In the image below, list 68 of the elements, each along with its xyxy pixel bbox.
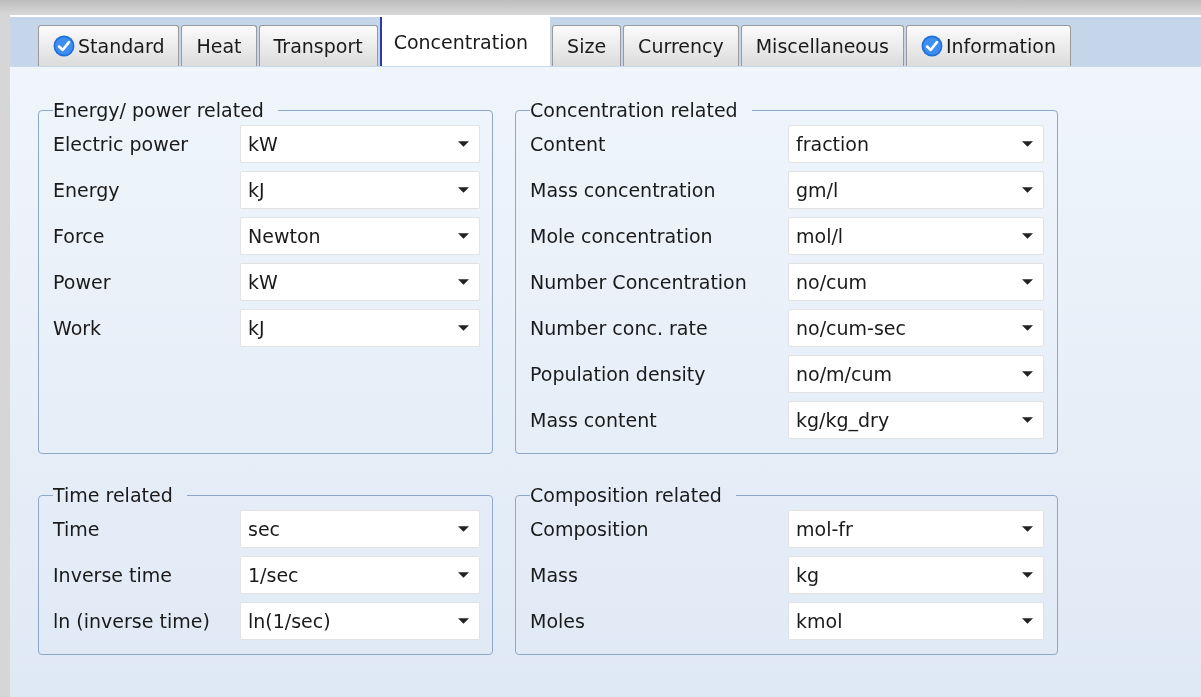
field-label: Number Concentration (530, 271, 748, 293)
unit-dropdown[interactable]: mol/l (788, 217, 1044, 255)
caret-icon (458, 572, 469, 578)
unit-dropdown[interactable]: fraction (788, 125, 1044, 163)
caret-icon (458, 325, 469, 331)
unit-dropdown[interactable]: no/cum (788, 263, 1044, 301)
group-title: Composition related (530, 484, 723, 506)
unit-dropdown[interactable]: kg (788, 556, 1044, 594)
caret-icon (1022, 618, 1033, 624)
field-label: Time (53, 518, 101, 540)
unit-dropdown[interactable]: gm/l (788, 171, 1044, 209)
caret-icon (1022, 526, 1033, 532)
unit-dropdown[interactable]: 1/sec (240, 556, 480, 594)
caret-icon (458, 233, 469, 239)
unit-dropdown[interactable]: no/m/cum (788, 355, 1044, 393)
field-label: Content (530, 133, 607, 155)
field-label: Inverse time (53, 564, 173, 586)
unit-dropdown[interactable]: sec (240, 510, 480, 548)
caret-icon (1022, 572, 1033, 578)
caret-icon (1022, 325, 1033, 331)
field-label: Force (53, 225, 106, 247)
field-label: Composition (530, 518, 650, 540)
caret-icon (1022, 233, 1033, 239)
tab[interactable]: Standard (38, 25, 180, 66)
caret-icon (1022, 187, 1033, 193)
tab[interactable]: Heat (181, 25, 257, 66)
field-label: Mole concentration (530, 225, 714, 247)
caret-icon (1022, 141, 1033, 147)
field-label: Work (53, 317, 103, 339)
unit-dropdown[interactable]: kW (240, 263, 480, 301)
tab[interactable]: Size (552, 25, 622, 66)
caret-icon (1022, 417, 1033, 423)
group-title: Energy/ power related (53, 99, 265, 121)
field-label: Power (53, 271, 112, 293)
checkmark-icon (53, 35, 75, 57)
unit-dropdown[interactable]: no/cum-sec (788, 309, 1044, 347)
caret-icon (458, 141, 469, 147)
unit-dropdown[interactable]: kW (240, 125, 480, 163)
tab[interactable]: Miscellaneous (740, 25, 904, 66)
tab[interactable]: Information (905, 25, 1071, 66)
caret-icon (458, 279, 469, 285)
group-title: Time related (53, 484, 174, 506)
field-label: Energy (53, 179, 121, 201)
tab[interactable]: Currency (623, 25, 739, 66)
field-label: Mass (530, 564, 579, 586)
unit-dropdown[interactable]: mol-fr (788, 510, 1044, 548)
caret-icon (1022, 279, 1033, 285)
field-label: ln (inverse time) (53, 610, 211, 632)
unit-dropdown[interactable]: kJ (240, 171, 480, 209)
field-label: Moles (530, 610, 586, 632)
caret-icon (458, 618, 469, 624)
caret-icon (458, 526, 469, 532)
tab[interactable]: Concentration (379, 17, 551, 66)
unit-dropdown[interactable]: Newton (240, 217, 480, 255)
unit-dropdown[interactable]: kg/kg_dry (788, 401, 1044, 439)
field-label: Mass content (530, 409, 658, 431)
caret-icon (458, 187, 469, 193)
tab[interactable]: Transport (258, 25, 378, 66)
field-label: Mass concentration (530, 179, 717, 201)
unit-dropdown[interactable]: kmol (788, 602, 1044, 640)
unit-dropdown[interactable]: ln(1/sec) (240, 602, 480, 640)
caret-icon (1022, 371, 1033, 377)
checkmark-icon (920, 35, 943, 57)
field-label: Number conc. rate (530, 317, 709, 339)
field-label: Population density (530, 363, 707, 385)
field-label: Electric power (53, 133, 190, 155)
unit-dropdown[interactable]: kJ (240, 309, 480, 347)
group-title: Concentration related (530, 99, 739, 121)
